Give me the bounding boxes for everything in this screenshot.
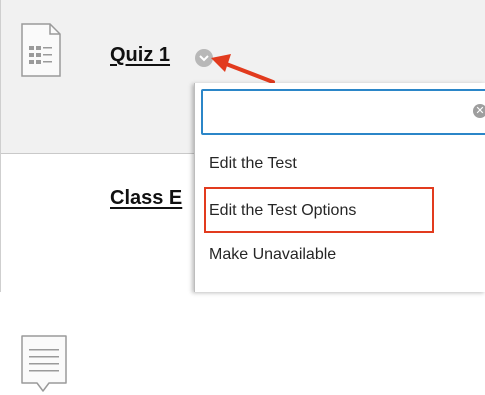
context-menu: ✕ Edit the Test Edit the Test Options Ma… [194,83,485,292]
content-list: Quiz 1 Class E ✕ Edit the Test Edit the … [0,0,485,392]
quiz-title-link[interactable]: Quiz 1 [110,44,170,67]
annotation-highlight-box [204,187,434,233]
menu-item-edit-test[interactable]: Edit the Test [209,155,297,173]
class-title-link[interactable]: Class E [110,187,182,210]
menu-search-input[interactable] [203,91,483,133]
menu-search-box: ✕ [201,89,485,135]
quiz-document-icon [21,23,61,77]
clear-icon[interactable]: ✕ [473,104,485,118]
annotation-arrow-icon [211,54,275,84]
discussion-message-icon [21,335,67,392]
menu-item-make-unavailable[interactable]: Make Unavailable [209,246,336,264]
